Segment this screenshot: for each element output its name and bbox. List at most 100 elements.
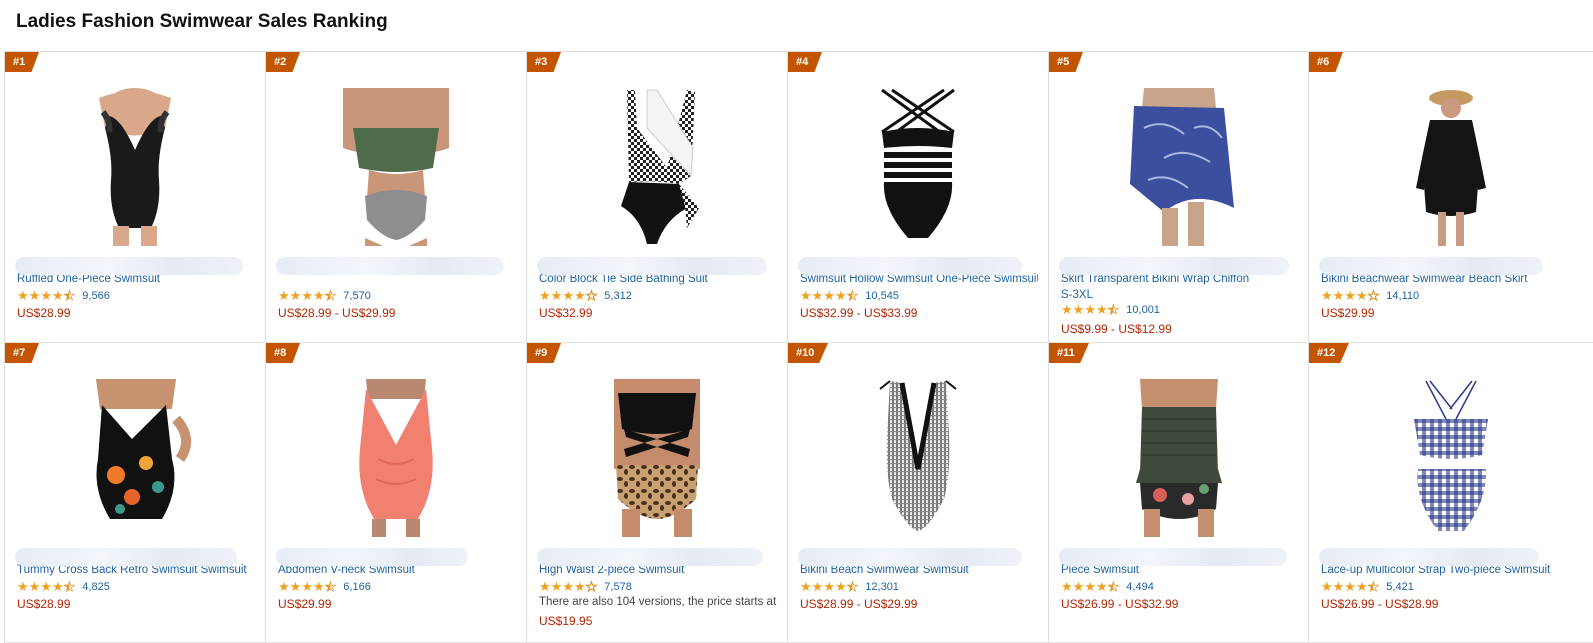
gingham-plunge-one-piece-icon[interactable] (838, 377, 998, 537)
product-title-link[interactable]: Ruffled One-Piece Swimsuit (15, 255, 255, 287)
star-icon: ★ (1332, 579, 1345, 594)
rating-row: ★ ★ ★ ★ ★ 5,312 (539, 288, 632, 303)
product-title-link[interactable]: Color Block Tie Side Bathing Suit (537, 255, 777, 287)
star-icon: ★ (585, 288, 598, 303)
price: US$29.99 (1321, 306, 1375, 320)
product-title-link[interactable]: Skirt Transparent Bikini Wrap Chiffon S-3… (1059, 255, 1298, 301)
product-title-line[interactable]: S-3XL (1061, 287, 1298, 303)
star-rating[interactable]: ★ ★ ★ ★ ★ (539, 579, 598, 594)
blurred-title-overlay (1059, 257, 1289, 275)
black-ruffle-one-piece-icon[interactable] (55, 86, 215, 246)
star-rating[interactable]: ★ ★ ★ ★ ★ (17, 579, 76, 594)
star-icon: ★ (823, 288, 835, 303)
product-title-link[interactable]: Piece Swimsuit (1059, 546, 1298, 578)
star-icon: ★ (40, 288, 52, 303)
product-title-link[interactable]: High Waist 2-piece Swimsuit (537, 546, 777, 578)
review-count-link[interactable]: 12,301 (865, 581, 899, 593)
rating-row: ★ ★ ★ ★ ★ 9,566 (17, 288, 110, 303)
rank-badge: #5 (1049, 52, 1083, 72)
leopard-high-waist-bikini-icon[interactable] (577, 377, 737, 537)
star-rating[interactable]: ★ ★ ★ ★ ★ (1061, 302, 1120, 317)
rank-badge: #8 (266, 343, 300, 363)
blurred-title-overlay (537, 548, 763, 566)
star-icon: ★ (550, 288, 563, 303)
blue-sarong-icon[interactable] (1099, 86, 1259, 246)
star-rating[interactable]: ★ ★ ★ ★ ★ (1321, 288, 1380, 303)
star-icon: ★ (51, 288, 64, 303)
product-grid: #1 Ruffled One-Piece Swimsuit ★ ★ ★ ★ ★ 9,566 U… (4, 51, 1593, 643)
star-rating[interactable]: ★ ★ ★ ★ ★ (539, 288, 598, 303)
star-rating[interactable]: ★ ★ ★ ★ ★ (278, 288, 337, 303)
product-card[interactable]: #12 Lace-up Multicolor Strap Two-piece S… (1308, 343, 1593, 643)
coral-v-neck-one-piece-icon[interactable] (316, 377, 476, 537)
review-count-link[interactable]: 6,166 (343, 581, 371, 593)
black-strappy-one-piece-icon[interactable] (838, 86, 998, 246)
product-title-link[interactable]: Swimsuit Hollow Swimsuit One-Piece Swims… (798, 255, 1038, 287)
product-card[interactable]: #4 Swimsuit Hollow Swimsuit One-Piece Sw… (787, 52, 1048, 343)
rank-badge: #10 (788, 343, 828, 363)
star-icon: ★ (1095, 579, 1108, 594)
product-card[interactable]: #5 Skirt Transparent Bikini Wrap Chiffon… (1048, 52, 1308, 343)
star-rating[interactable]: ★ ★ ★ ★ ★ (800, 579, 859, 594)
star-icon: ★ (1107, 302, 1120, 317)
product-card[interactable]: #7 Tummy Cross Back Retro Swimsuit Swims… (4, 343, 265, 643)
star-icon: ★ (1084, 302, 1096, 317)
review-count-link[interactable]: 10,545 (865, 290, 899, 302)
product-card[interactable]: #9 High Waist 2-piece Swimsuit ★ ★ ★ ★ ★ 7,578… (526, 343, 787, 643)
blurred-title-overlay (15, 548, 237, 566)
star-icon: ★ (846, 579, 859, 594)
star-icon: ★ (301, 288, 313, 303)
price: US$28.99 - US$29.99 (278, 306, 396, 320)
star-rating[interactable]: ★ ★ ★ ★ ★ (800, 288, 859, 303)
product-title-link[interactable]: Lace-up Multicolor Strap Two-piece Swims… (1319, 546, 1583, 578)
smocked-tankini-icon[interactable] (1099, 377, 1259, 537)
star-icon: ★ (1095, 302, 1108, 317)
star-icon: ★ (301, 579, 313, 594)
review-count-link[interactable]: 14,110 (1386, 290, 1419, 302)
review-count-link[interactable]: 4,825 (82, 581, 110, 593)
product-card[interactable]: #3 Color Block Tie Side Bathing Suit ★ ★ ★ ★… (526, 52, 787, 343)
page-title: Ladies Fashion Swimwear Sales Ranking (16, 11, 388, 32)
star-icon: ★ (1061, 579, 1073, 594)
product-card[interactable]: #1 Ruffled One-Piece Swimsuit ★ ★ ★ ★ ★ 9,566 U… (4, 52, 265, 343)
review-count-link[interactable]: 5,421 (1386, 581, 1414, 593)
product-card[interactable]: #10 Bikini Beach Swimwear Swimsuit ★ ★ ★ ★ ★ 1… (787, 343, 1048, 643)
review-count-link[interactable]: 10,001 (1126, 304, 1160, 316)
gingham-wrap-one-piece-icon[interactable] (577, 86, 737, 246)
review-count-link[interactable]: 5,312 (604, 290, 632, 302)
product-card[interactable]: #2 ★ ★ ★ ★ ★ 7,570 US$28.99 - US$29.99 (265, 52, 526, 343)
product-title-link[interactable]: Abdomen V-neck Swimsuit (276, 546, 516, 578)
product-title-link[interactable]: Bikini Beachwear Swimwear Beach Skirt (1319, 255, 1583, 287)
product-card[interactable]: #11 Piece Swimsuit ★ ★ ★ ★ ★ 4,494 US$26.99 - U… (1048, 343, 1308, 643)
star-rating[interactable]: ★ ★ ★ ★ ★ (1321, 579, 1380, 594)
price: US$9.99 - US$12.99 (1061, 322, 1172, 336)
product-card[interactable]: #8 Abdomen V-neck Swimsuit ★ ★ ★ ★ ★ 6,166 US$2… (265, 343, 526, 643)
product-title-link[interactable] (276, 255, 516, 287)
floral-halter-one-piece-icon[interactable] (55, 377, 215, 537)
star-icon: ★ (1355, 288, 1368, 303)
product-title-link[interactable]: Tummy Cross Back Retro Swimsuit Swimsuit (15, 546, 255, 578)
price: US$32.99 (539, 306, 593, 320)
star-rating[interactable]: ★ ★ ★ ★ ★ (1061, 579, 1120, 594)
rating-row: ★ ★ ★ ★ ★ 10,001 (1061, 302, 1160, 317)
blue-gingham-bikini-icon[interactable] (1371, 377, 1531, 537)
star-icon: ★ (63, 579, 76, 594)
rank-badge: #6 (1309, 52, 1343, 72)
review-count-link[interactable]: 4,494 (1126, 581, 1154, 593)
rating-row: ★ ★ ★ ★ ★ 5,421 (1321, 579, 1414, 594)
star-icon: ★ (1332, 288, 1345, 303)
price: US$19.95 (539, 614, 593, 628)
review-count-link[interactable]: 9,566 (82, 290, 110, 302)
black-cover-up-icon[interactable] (1371, 86, 1531, 246)
price: US$28.99 (17, 597, 71, 611)
review-count-link[interactable]: 7,578 (604, 581, 632, 593)
review-count-link[interactable]: 7,570 (343, 290, 371, 302)
star-icon: ★ (585, 579, 598, 594)
star-icon: ★ (324, 579, 337, 594)
green-flounce-bikini-icon[interactable] (316, 86, 476, 246)
star-rating[interactable]: ★ ★ ★ ★ ★ (17, 288, 76, 303)
product-title-link[interactable]: Bikini Beach Swimwear Swimsuit (798, 546, 1038, 578)
star-rating[interactable]: ★ ★ ★ ★ ★ (278, 579, 337, 594)
blurred-title-overlay (1319, 548, 1539, 566)
product-card[interactable]: #6 Bikini Beachwear Swimwear Beach Skirt… (1308, 52, 1593, 343)
